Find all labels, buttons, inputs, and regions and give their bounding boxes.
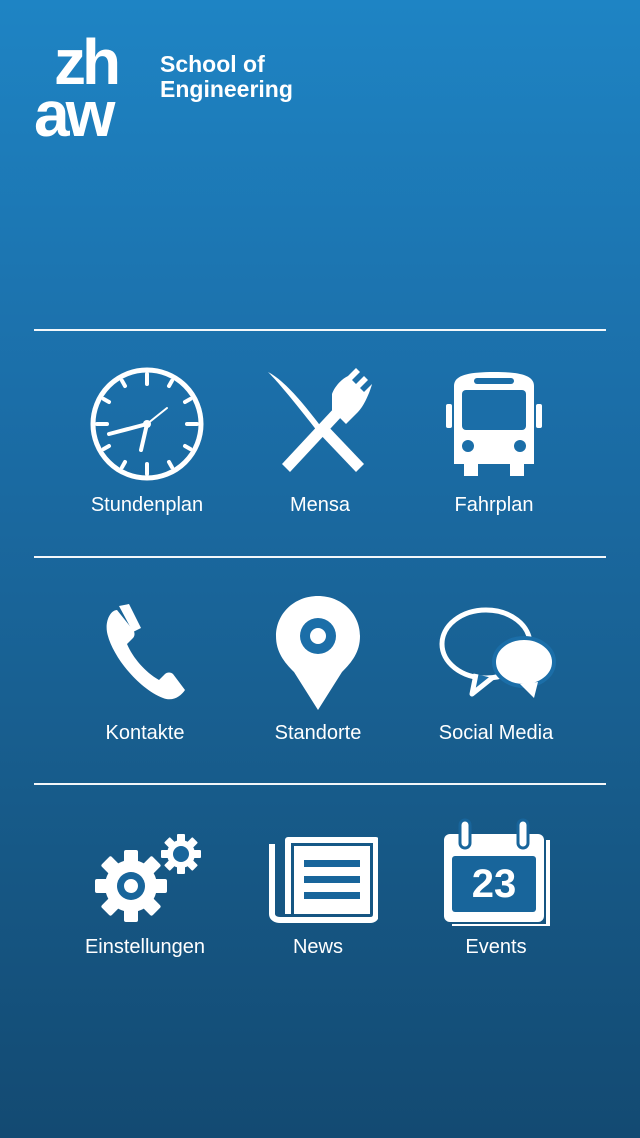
speech-bubbles-icon xyxy=(436,592,556,712)
menu-item-label: Social Media xyxy=(438,722,554,744)
menu-item-social-media[interactable]: Social Media xyxy=(406,592,586,782)
school-line-1: School of xyxy=(160,51,265,77)
newspaper-icon xyxy=(258,806,378,926)
menu-item-fahrplan[interactable]: Fahrplan xyxy=(404,364,584,554)
divider-bottom xyxy=(34,783,606,785)
calendar-day: 23 xyxy=(471,862,517,906)
map-pin-icon xyxy=(258,592,378,712)
menu-item-kontakte[interactable]: Kontakte xyxy=(55,592,235,782)
clock-icon xyxy=(87,364,207,484)
menu-item-standorte[interactable]: Standorte xyxy=(228,592,408,782)
menu-item-label: Mensa xyxy=(289,494,351,516)
menu-item-label: Einstellungen xyxy=(84,936,206,958)
menu-item-label: Kontakte xyxy=(105,722,185,744)
phone-icon xyxy=(85,592,205,712)
menu-item-label: News xyxy=(292,936,343,958)
menu-item-stundenplan[interactable]: Stundenplan xyxy=(57,364,237,554)
divider-middle xyxy=(34,556,606,558)
menu-item-label: Fahrplan xyxy=(454,494,534,516)
zhaw-logo: zh aw School of Engineering xyxy=(34,30,324,152)
menu-item-einstellungen[interactable]: Einstellungen xyxy=(55,806,235,996)
gears-icon xyxy=(85,806,205,926)
school-name: School of Engineering xyxy=(160,52,293,102)
bus-icon xyxy=(434,364,554,484)
calendar-icon: 23 xyxy=(436,806,556,926)
divider-top xyxy=(34,329,606,331)
logo-aw: aw xyxy=(34,78,115,150)
menu-item-mensa[interactable]: Mensa xyxy=(230,364,410,554)
menu-item-events[interactable]: 23 Events xyxy=(406,806,586,996)
menu-item-label: Stundenplan xyxy=(90,494,204,516)
menu-item-label: Events xyxy=(465,936,527,958)
logo-mark: zh aw xyxy=(34,30,146,150)
menu-item-news[interactable]: News xyxy=(228,806,408,996)
menu-item-label: Standorte xyxy=(274,722,362,744)
knife-fork-icon xyxy=(260,364,380,484)
school-line-2: Engineering xyxy=(160,76,293,102)
